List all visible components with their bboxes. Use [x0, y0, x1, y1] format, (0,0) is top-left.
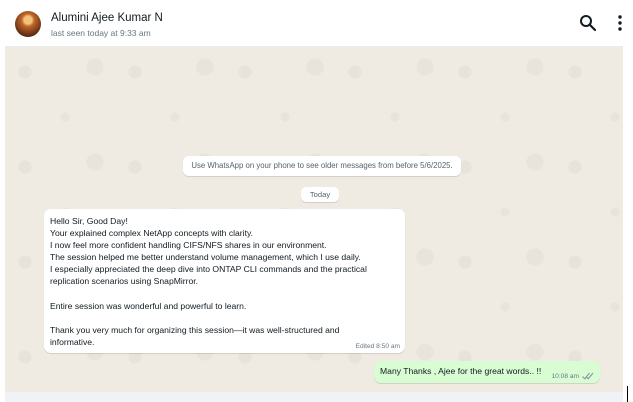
whatsapp-chat-window: Alumini Ajee Kumar N last seen today at … — [5, 0, 623, 402]
search-icon — [580, 15, 597, 32]
message-line: Hello Sir, Good Day! — [50, 216, 128, 226]
more-options-icon — [618, 15, 622, 31]
message-line: informative. — [50, 336, 95, 347]
message-line — [50, 288, 400, 300]
message-line: Entire session was wonderful and powerfu… — [50, 300, 247, 311]
message-composer[interactable] — [5, 392, 623, 402]
message-list[interactable]: Use WhatsApp on your phone to see older … — [5, 47, 623, 392]
incoming-message-text: Hello Sir, Good Day! Your explained comp… — [50, 215, 400, 348]
double-check-icon — [582, 372, 594, 380]
search-button[interactable] — [578, 13, 598, 33]
outgoing-message[interactable]: Many Thanks , Ajee for the great words..… — [374, 361, 600, 383]
avatar[interactable] — [15, 11, 41, 37]
menu-button[interactable] — [610, 13, 623, 33]
message-line: Thank you very much for organizing this … — [50, 324, 340, 335]
text-cursor — [627, 386, 628, 402]
message-line: Your explained complex NetApp concepts w… — [50, 228, 254, 239]
message-line: replication scenarios using SnapMirror. — [50, 276, 199, 287]
message-timestamp: Edited 8:50 am — [355, 343, 400, 350]
contact-name[interactable]: Alumini Ajee Kumar N — [51, 12, 163, 24]
message-line — [50, 312, 400, 324]
message-timestamp: 10:08 am — [551, 372, 580, 380]
last-seen-status: last seen today at 9:33 am — [51, 28, 151, 38]
message-line: I now feel more confident handling CIFS/… — [50, 240, 327, 251]
message-line: I especially appreciated the deep dive i… — [50, 264, 367, 275]
chat-header: Alumini Ajee Kumar N last seen today at … — [5, 0, 623, 47]
date-divider: Today — [301, 187, 339, 202]
incoming-message[interactable]: Hello Sir, Good Day! Your explained comp… — [44, 209, 405, 353]
outgoing-message-meta: 10:08 am — [552, 372, 595, 380]
message-line: The session helped me better understand … — [50, 252, 361, 263]
outgoing-message-text: Many Thanks , Ajee for the great words..… — [380, 366, 542, 376]
older-messages-notice: Use WhatsApp on your phone to see older … — [183, 156, 461, 176]
